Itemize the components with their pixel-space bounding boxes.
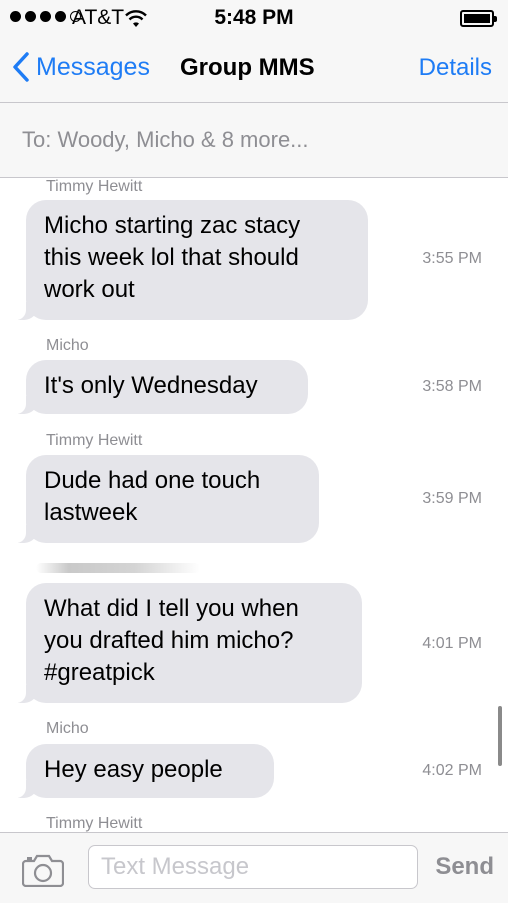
message-timestamp: 3:55 PM — [422, 250, 482, 267]
message-text-field[interactable] — [88, 845, 418, 889]
message-timestamp: 4:01 PM — [422, 635, 482, 652]
message-timestamp: 3:58 PM — [422, 378, 482, 395]
message-sender: Timmy Hewitt — [46, 178, 143, 195]
message-sender: Timmy Hewitt — [46, 432, 143, 449]
camera-icon[interactable] — [22, 853, 64, 887]
send-button[interactable]: Send — [435, 853, 494, 881]
message-line: this week lol that should — [44, 244, 299, 271]
blurred-sender-name — [36, 563, 200, 573]
conversation-title: Group MMS — [180, 54, 315, 81]
recipients-text: To: Woody, Micho & 8 more... — [22, 127, 309, 152]
navigation-bar: Messages Group MMS Details — [0, 40, 508, 103]
message-line: #greatpick — [44, 659, 155, 686]
message-bubble[interactable]: Micho starting zac stacy this week lol t… — [14, 200, 368, 320]
message-timestamp: 4:02 PM — [422, 762, 482, 779]
message-bubble[interactable]: It's only Wednesday — [14, 360, 308, 414]
message-input[interactable] — [89, 846, 417, 888]
message-line: Hey easy people — [44, 756, 223, 783]
message-bubble[interactable]: Dude had one touch lastweek — [14, 455, 319, 543]
back-button[interactable]: Messages — [12, 52, 150, 82]
chevron-left-icon — [13, 52, 29, 82]
message-line: Micho starting zac stacy — [44, 212, 301, 239]
message-bubble[interactable]: Hey easy people — [14, 744, 274, 798]
details-button[interactable]: Details — [419, 54, 492, 82]
message-line: lastweek — [44, 499, 138, 526]
status-bar: AT&T 5:48 PM — [0, 0, 508, 40]
message-sender: Micho — [46, 337, 89, 354]
message-sender: Micho — [46, 720, 89, 737]
recipients-bar[interactable]: To: Woody, Micho & 8 more... — [0, 103, 508, 178]
scrollbar[interactable] — [498, 706, 502, 766]
message-thread[interactable]: Timmy Hewitt Micho starting zac stacy th… — [0, 178, 508, 832]
message-bubble[interactable]: What did I tell you when you drafted him… — [14, 583, 362, 703]
message-sender: Timmy Hewitt — [46, 815, 143, 832]
back-button-label: Messages — [36, 52, 150, 81]
message-line: It's only Wednesday — [44, 372, 258, 399]
message-timestamp: 3:59 PM — [422, 490, 482, 507]
message-line: Dude had one touch — [44, 467, 261, 494]
message-line: you drafted him micho? — [44, 627, 294, 654]
message-line: work out — [44, 276, 135, 303]
battery-icon — [460, 10, 497, 27]
status-time: 5:48 PM — [214, 6, 294, 29]
message-line: What did I tell you when — [44, 595, 299, 622]
message-composer: Send — [0, 832, 508, 903]
